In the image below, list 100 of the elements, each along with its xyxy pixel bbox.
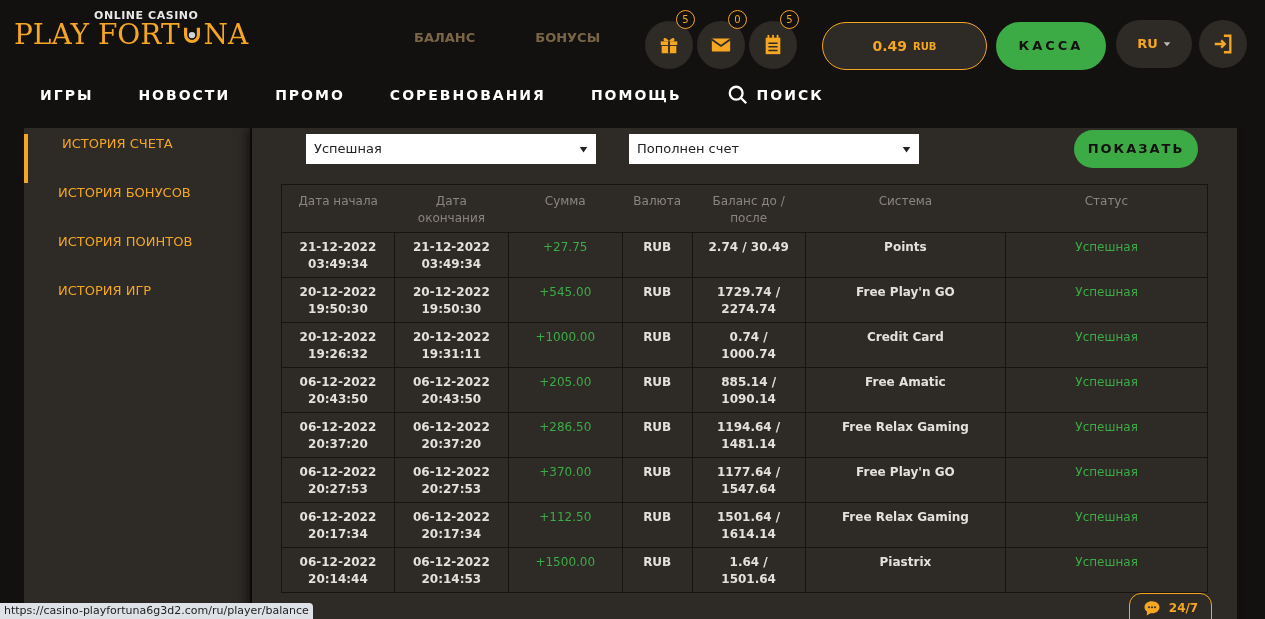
gift-button[interactable] — [645, 21, 693, 69]
table-cell: Points — [805, 232, 1006, 278]
table-cell: Успешная — [1005, 322, 1208, 368]
nav-link[interactable]: СОРЕВНОВАНИЯ — [389, 84, 546, 106]
column-header: Статус — [1005, 184, 1208, 233]
table-cell: 06-12-2022 20:37:20 — [281, 412, 395, 458]
table-cell: 1501.64 / 1614.14 — [692, 502, 806, 548]
table-cell: 06-12-2022 20:17:34 — [394, 502, 509, 548]
filter-dropdown[interactable]: Пополнен счет — [629, 134, 919, 164]
logo-text: PLAY FORT — [14, 21, 180, 49]
table-cell: +545.00 — [508, 277, 623, 323]
language-label: RU — [1137, 35, 1158, 54]
table-cell: 1729.74 / 2274.74 — [692, 277, 806, 323]
table-cell: 06-12-2022 20:43:50 — [394, 367, 509, 413]
table-cell: 20-12-2022 19:50:30 — [281, 277, 395, 323]
chat-bubble-icon — [1142, 599, 1161, 617]
table-cell: Успешная — [1005, 412, 1208, 458]
nav-link[interactable]: НОВОСТИ — [138, 84, 231, 106]
balance-amount: 0.49 — [872, 36, 908, 56]
chat-button[interactable]: 24/7 — [1129, 593, 1212, 619]
table-cell: +1000.00 — [508, 322, 623, 368]
table-cell: 06-12-2022 20:27:53 — [394, 457, 509, 503]
table-cell: 06-12-2022 20:43:50 — [281, 367, 395, 413]
table-cell: Free Relax Gaming — [805, 502, 1006, 548]
cashier-button[interactable]: КАССА — [996, 22, 1106, 70]
nav-link[interactable]: ПРОМО — [275, 84, 345, 106]
column-header: Дата окончания — [394, 184, 509, 233]
table-cell: RUB — [622, 502, 693, 548]
column-header: Сумма — [508, 184, 623, 233]
sidebar-item[interactable]: ИСТОРИЯ ИГР — [24, 281, 250, 330]
table-cell: Piastrix — [805, 547, 1006, 593]
table-cell: +205.00 — [508, 367, 623, 413]
table-cell: Успешная — [1005, 547, 1208, 593]
caret-icon — [579, 144, 588, 154]
table-cell: 1194.64 / 1481.14 — [692, 412, 806, 458]
table-cell: 885.14 / 1090.14 — [692, 367, 806, 413]
sidebar-item[interactable]: ИСТОРИЯ БОНУСОВ — [24, 183, 250, 232]
table-cell: +1500.00 — [508, 547, 623, 593]
table-cell: 2.74 / 30.49 — [692, 232, 806, 278]
table-cell: +370.00 — [508, 457, 623, 503]
column-header: Система — [805, 184, 1006, 233]
table-cell: 06-12-2022 20:17:34 — [281, 502, 395, 548]
count-badge: 0 — [728, 10, 747, 29]
table-cell: 20-12-2022 19:50:30 — [394, 277, 509, 323]
table-cell: +112.50 — [508, 502, 623, 548]
balance-button[interactable]: 0.49 RUB — [822, 22, 987, 70]
table-cell: RUB — [622, 277, 693, 323]
dropdown-value: Успешная — [314, 140, 382, 159]
logout-button[interactable] — [1199, 20, 1247, 68]
notes-button[interactable] — [749, 21, 797, 69]
table-cell: 1177.64 / 1547.64 — [692, 457, 806, 503]
table-cell: Успешная — [1005, 232, 1208, 278]
mail-button[interactable] — [697, 21, 745, 69]
nav-link[interactable]: ПОМОЩЬ — [590, 84, 682, 106]
table-cell: RUB — [622, 547, 693, 593]
table-cell: 21-12-2022 03:49:34 — [394, 232, 509, 278]
filter-dropdown[interactable]: Успешная — [306, 134, 596, 164]
caret-icon — [1162, 40, 1171, 48]
count-badge: 5 — [780, 10, 799, 29]
table-cell: Успешная — [1005, 367, 1208, 413]
table-cell: Credit Card — [805, 322, 1006, 368]
table-cell: Free Play'n GO — [805, 457, 1006, 503]
logout-icon — [1212, 33, 1234, 55]
column-header: Валюта — [622, 184, 693, 233]
logo-text: NA — [203, 21, 249, 49]
table-cell: RUB — [622, 232, 693, 278]
logo-tagline: ONLINE CASINO — [94, 8, 199, 23]
table-cell: RUB — [622, 412, 693, 458]
table-cell: +286.50 — [508, 412, 623, 458]
status-bar-url: https://casino-playfortuna6g3d2.com/ru/player/balance — [0, 603, 313, 619]
nav-link[interactable]: ИГРЫ — [40, 84, 94, 106]
table-cell: +27.75 — [508, 232, 623, 278]
table-cell: RUB — [622, 367, 693, 413]
chat-label: 24/7 — [1168, 600, 1199, 617]
dropdown-value: Пополнен счет — [637, 140, 740, 159]
balance-currency: RUB — [913, 39, 937, 54]
column-header: Баланс до / после — [692, 184, 806, 233]
table-cell: Free Amatic — [805, 367, 1006, 413]
show-button[interactable]: ПОКАЗАТЬ — [1074, 130, 1198, 168]
table-cell: Успешная — [1005, 457, 1208, 503]
table-cell: 0.74 / 1000.74 — [692, 322, 806, 368]
table-cell: Free Play'n GO — [805, 277, 1006, 323]
caret-icon — [902, 144, 911, 154]
table-cell: 21-12-2022 03:49:34 — [281, 232, 395, 278]
table-cell: Успешная — [1005, 502, 1208, 548]
table-cell: 1.64 / 1501.64 — [692, 547, 806, 593]
table-cell: Успешная — [1005, 277, 1208, 323]
table-cell: RUB — [622, 457, 693, 503]
sidebar-item[interactable]: ИСТОРИЯ ПОИНТОВ — [24, 232, 250, 281]
table-cell: 20-12-2022 19:26:32 — [281, 322, 395, 368]
table-cell: 06-12-2022 20:14:53 — [394, 547, 509, 593]
table-cell: Free Relax Gaming — [805, 412, 1006, 458]
table-cell: 06-12-2022 20:14:44 — [281, 547, 395, 593]
search-icon — [726, 84, 749, 106]
table-cell: 20-12-2022 19:31:11 — [394, 322, 509, 368]
nav-link[interactable]: ПОИСК — [726, 84, 824, 106]
table-cell: 06-12-2022 20:27:53 — [281, 457, 395, 503]
logo[interactable]: ONLINE CASINO PLAY FORT NA — [14, 8, 274, 60]
table-cell: RUB — [622, 322, 693, 368]
language-selector[interactable]: RU — [1116, 20, 1192, 68]
